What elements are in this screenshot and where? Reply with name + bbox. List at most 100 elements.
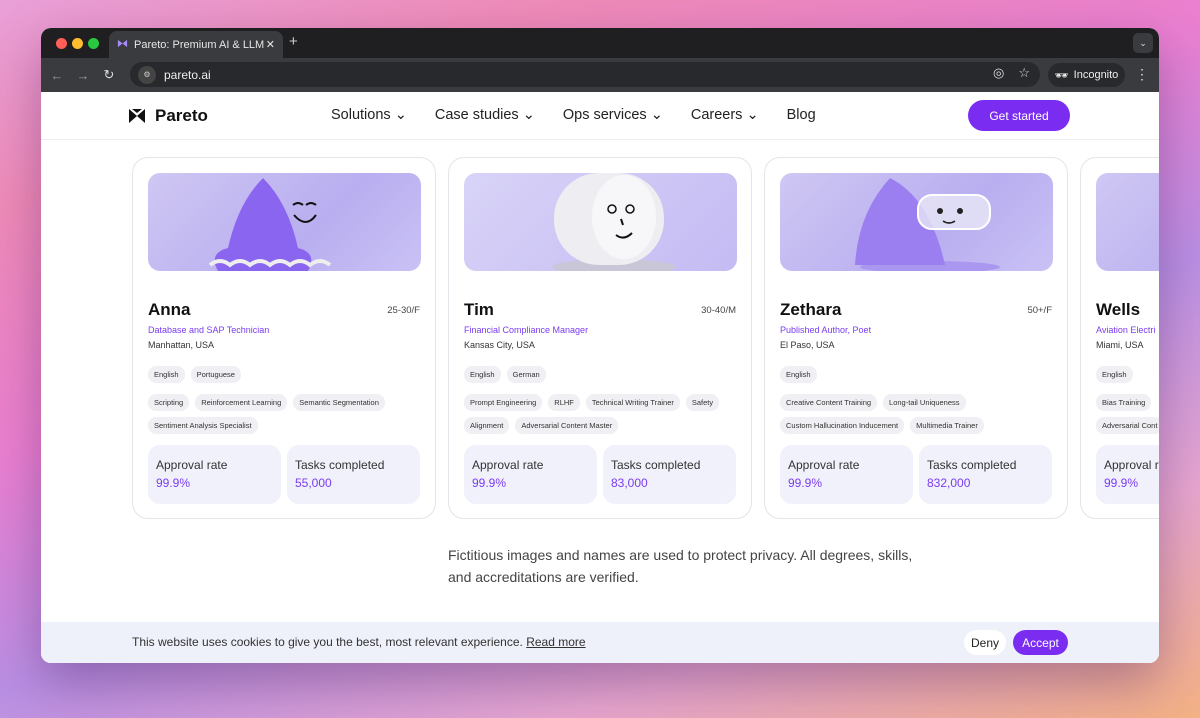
url-text: pareto.ai (164, 67, 211, 82)
profile-role: Aviation Electri (1096, 325, 1156, 335)
chevron-down-icon: ⌄ (522, 107, 535, 123)
nav-case-studies[interactable]: Case studies ⌄ (435, 107, 535, 123)
language-chip: English (1096, 366, 1133, 383)
bookmark-star-icon[interactable]: ☆ (1018, 65, 1030, 81)
main-menu: Solutions ⌄ Case studies ⌄ Ops services … (331, 107, 816, 123)
browser-menu-icon[interactable]: ⋮ (1135, 66, 1149, 83)
tab-title: Pareto: Premium AI & LLM Tra (134, 38, 266, 51)
skill-chip: Sentiment Analysis Specialist (148, 417, 258, 434)
get-started-button[interactable]: Get started (968, 100, 1070, 131)
skill-chip: Adversarial Cont (1096, 417, 1159, 434)
stat-value: 99.9% (1104, 476, 1139, 490)
language-chip: English (780, 366, 817, 383)
cookie-text: This website uses cookies to give you th… (132, 635, 523, 649)
skill-chips: Creative Content Training Long-tail Uniq… (780, 394, 1060, 434)
language-chips: English (780, 366, 1060, 383)
profile-stats: Approval rate 99.9% Tasks completed 83,000 (464, 445, 736, 504)
profile-stats: Approval ra 99.9% (1096, 445, 1159, 504)
incognito-icon: 🕶 (1054, 69, 1069, 82)
address-bar[interactable]: ⚙ pareto.ai ◎ ☆ (130, 62, 1040, 87)
close-window-button[interactable] (56, 38, 67, 49)
skill-chip: Multimedia Trainer (910, 417, 984, 434)
avatar-illustration (780, 173, 1053, 271)
read-more-link[interactable]: Read more (526, 635, 585, 649)
nav-label: Ops services (562, 107, 647, 123)
stat-label: Approval rate (788, 458, 860, 472)
tasks-completed-stat: Tasks completed 83,000 (603, 445, 736, 504)
brand-logo[interactable]: Pareto (129, 106, 208, 126)
browser-window: Pareto: Premium AI & LLM Tra ✕ + ⌄ ← → ↻… (41, 28, 1159, 663)
profile-role: Financial Compliance Manager (464, 325, 589, 335)
skill-chip: Creative Content Training (780, 394, 878, 411)
tasks-completed-stat: Tasks completed 55,000 (287, 445, 420, 504)
profile-name: Anna (148, 300, 191, 319)
cookie-message: This website uses cookies to give you th… (132, 635, 586, 649)
avatar-illustration (464, 173, 737, 271)
skill-chip: Bias Training (1096, 394, 1152, 411)
minimize-window-button[interactable] (72, 38, 83, 49)
nav-ops-services[interactable]: Ops services ⌄ (563, 107, 663, 123)
stat-label: Approval rate (472, 458, 544, 472)
profile-location: El Paso, USA (780, 340, 835, 350)
stat-value: 832,000 (927, 476, 971, 490)
profile-card: Wells Aviation Electri Miami, USA Englis… (1080, 157, 1159, 519)
skill-chip: Technical Writing Trainer (585, 394, 680, 411)
skill-chip: RLHF (548, 394, 580, 411)
nav-careers[interactable]: Careers ⌄ (691, 107, 759, 123)
language-chips: English Portuguese (148, 366, 428, 383)
language-chip: English (464, 366, 501, 383)
skill-chip: Custom Hallucination Inducement (780, 417, 905, 434)
profile-location: Kansas City, USA (464, 340, 535, 350)
skill-chip: Semantic Segmentation (293, 394, 385, 411)
reload-button[interactable]: ↻ (101, 67, 117, 83)
skill-chip: Prompt Engineering (464, 394, 543, 411)
nav-blog[interactable]: Blog (787, 107, 816, 123)
skill-chip: Adversarial Content Master (515, 417, 619, 434)
maximize-window-button[interactable] (88, 38, 99, 49)
accept-cookies-button[interactable]: Accept (1013, 630, 1068, 655)
favicon-icon (117, 38, 128, 52)
profile-card: Anna 25-30/F Database and SAP Technician… (132, 157, 436, 519)
back-button[interactable]: ← (49, 68, 65, 83)
profile-role: Database and SAP Technician (148, 325, 270, 335)
browser-tab[interactable]: Pareto: Premium AI & LLM Tra ✕ (109, 31, 283, 58)
deny-cookies-button[interactable]: Deny (964, 630, 1006, 655)
forward-button[interactable]: → (75, 68, 91, 83)
profile-name: Wells (1096, 300, 1141, 319)
language-chips: English (1096, 366, 1159, 383)
cookie-banner: This website uses cookies to give you th… (41, 622, 1159, 663)
nav-label: Careers (690, 107, 743, 123)
pareto-logo-icon (129, 109, 145, 123)
stat-value: 99.9% (156, 476, 191, 490)
nav-solutions[interactable]: Solutions ⌄ (331, 107, 407, 123)
brand-name: Pareto (155, 106, 208, 125)
approval-rate-stat: Approval rate 99.9% (464, 445, 597, 504)
skill-chip: Long-tail Uniqueness (883, 394, 966, 411)
skill-chip: Safety (685, 394, 720, 411)
new-tab-button[interactable]: + (289, 33, 298, 50)
profile-age: 30-40/M (701, 305, 736, 316)
profile-name: Tim (464, 300, 494, 319)
stat-label: Approval rate (156, 458, 228, 472)
tasks-completed-stat: Tasks completed 832,000 (919, 445, 1052, 504)
profile-location: Miami, USA (1096, 340, 1144, 350)
profile-stats: Approval rate 99.9% Tasks completed 55,000 (148, 445, 420, 504)
stat-label: Tasks completed (927, 458, 1017, 472)
stat-label: Tasks completed (611, 458, 701, 472)
tab-close-icon[interactable]: ✕ (266, 38, 275, 51)
site-info-icon[interactable]: ⚙ (138, 65, 156, 84)
approval-rate-stat: Approval rate 99.9% (780, 445, 913, 504)
site-header: Pareto Solutions ⌄ Case studies ⌄ Ops se… (41, 92, 1159, 140)
language-chip: English (148, 366, 185, 383)
nav-label: Blog (786, 107, 816, 123)
browser-toolbar: ← → ↻ ⚙ pareto.ai ◎ ☆ 🕶 Incognito ⋮ (41, 58, 1159, 92)
tab-search-button[interactable]: ⌄ (1133, 33, 1153, 53)
profile-card: Tim 30-40/M Financial Compliance Manager… (448, 157, 752, 519)
web-page: Pareto Solutions ⌄ Case studies ⌄ Ops se… (41, 92, 1159, 663)
stat-label: Approval ra (1104, 458, 1159, 472)
profile-stats: Approval rate 99.9% Tasks completed 832,00… (780, 445, 1052, 504)
incognito-badge[interactable]: 🕶 Incognito (1048, 63, 1125, 87)
incognito-label: Incognito (1073, 69, 1119, 81)
eye-off-icon[interactable]: ◎ (993, 65, 1004, 81)
profile-name: Zethara (780, 300, 842, 319)
